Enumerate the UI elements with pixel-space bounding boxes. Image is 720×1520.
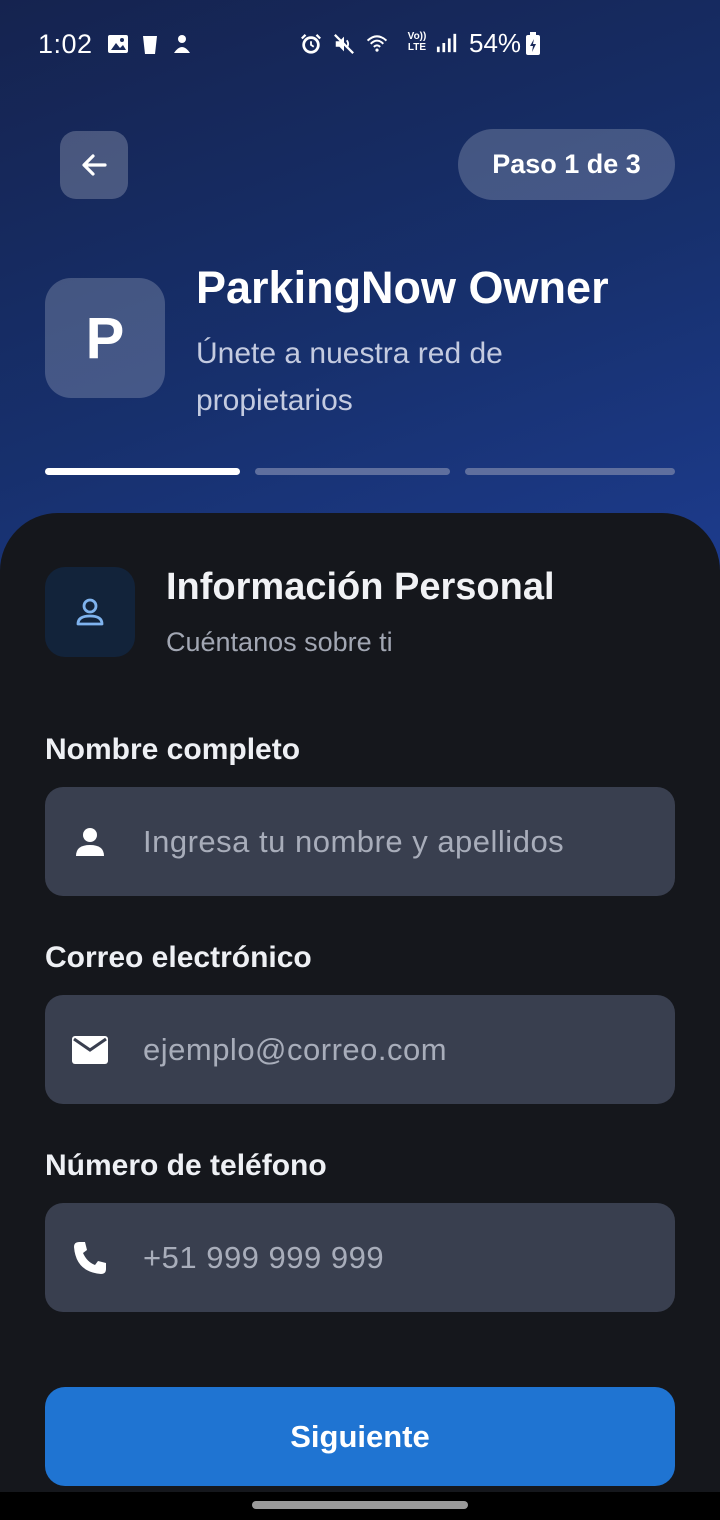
status-left-icons <box>107 33 193 55</box>
phone-field[interactable] <box>45 1203 675 1312</box>
signal-icon <box>436 32 458 54</box>
section-title: Información Personal <box>166 566 555 608</box>
step-indicator: Paso 1 de 3 <box>458 129 675 200</box>
phone-input[interactable] <box>135 1239 675 1276</box>
mute-icon <box>333 33 355 55</box>
battery-percentage: 54% <box>469 28 522 58</box>
full-name-field[interactable] <box>45 787 675 896</box>
section-subtitle: Cuéntanos sobre ti <box>166 627 393 657</box>
image-icon <box>107 33 129 55</box>
back-button[interactable] <box>60 131 128 199</box>
status-time: 1:02 <box>38 28 93 59</box>
wifi-icon <box>366 32 388 54</box>
person-icon <box>45 825 135 859</box>
mail-icon <box>45 1035 135 1065</box>
full-name-label: Nombre completo <box>45 733 301 766</box>
email-label: Correo electrónico <box>45 941 312 974</box>
app-subtitle: Únete a nuestra red de propietarios <box>196 337 503 417</box>
section-icon-box <box>45 567 135 657</box>
status-bar: 1:02 <box>0 0 720 88</box>
phone-icon <box>45 1240 135 1276</box>
person-outline-icon <box>76 598 104 626</box>
app-logo: P <box>45 278 165 398</box>
arrow-left-icon <box>82 154 107 176</box>
alarm-icon <box>300 33 322 55</box>
email-field[interactable] <box>45 995 675 1104</box>
volte-icon: Vo)) LTE <box>407 31 427 53</box>
battery-icon <box>525 32 541 61</box>
progress-step-1 <box>45 468 240 475</box>
progress-step-3 <box>465 468 675 475</box>
home-indicator[interactable] <box>252 1501 468 1509</box>
progress-step-2 <box>255 468 450 475</box>
clipboard-icon <box>139 33 161 55</box>
app-title: ParkingNow Owner <box>196 262 609 313</box>
notification-icon <box>171 33 193 55</box>
step-progress <box>45 468 675 476</box>
phone-label: Número de teléfono <box>45 1149 327 1182</box>
full-name-input[interactable] <box>135 823 675 860</box>
next-button[interactable]: Siguiente <box>45 1387 675 1486</box>
email-input[interactable] <box>135 1031 675 1068</box>
